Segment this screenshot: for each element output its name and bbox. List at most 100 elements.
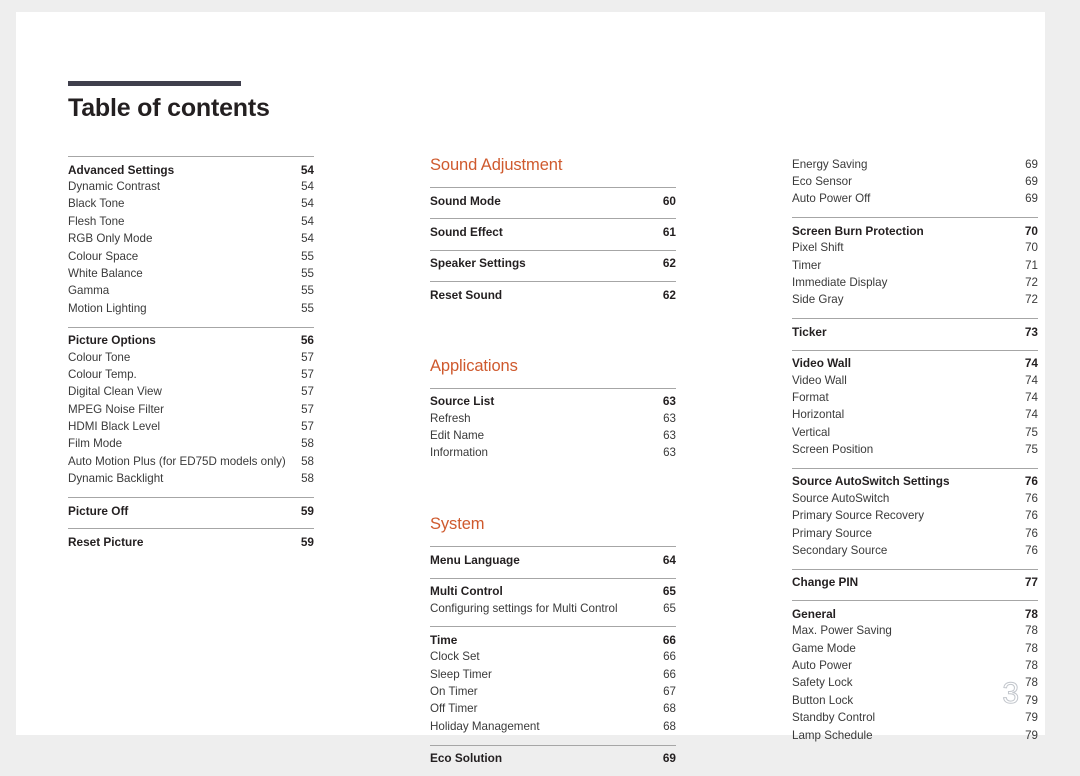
toc-entry-row[interactable]: Lamp Schedule 79 <box>792 727 1038 744</box>
toc-entry-row[interactable]: Pixel Shift 70 <box>792 240 1038 257</box>
toc-entry-row[interactable]: Flesh Tone 54 <box>68 213 314 230</box>
toc-entry-row[interactable]: Dynamic Contrast 54 <box>68 178 314 195</box>
toc-entry-page-number: 61 <box>662 224 676 239</box>
toc-entry-label: Menu Language <box>430 552 520 567</box>
toc-entry-row[interactable]: Auto Power Off 69 <box>792 191 1038 208</box>
toc-entry-row[interactable]: Primary Source Recovery 76 <box>792 508 1038 525</box>
toc-entry-row[interactable]: Off Timer 68 <box>430 701 676 718</box>
toc-entry-row[interactable]: Vertical 75 <box>792 424 1038 441</box>
toc-section-row[interactable]: Multi Control 65 <box>430 583 676 600</box>
toc-entry-row[interactable]: Configuring settings for Multi Control 65 <box>430 600 676 617</box>
toc-group: Sound Effect 61 <box>430 218 676 240</box>
toc-section-row[interactable]: Sound Effect 61 <box>430 223 676 240</box>
toc-entry-label: Primary Source Recovery <box>792 509 925 523</box>
toc-group: Energy Saving 69 Eco Sensor 69 Auto Power Of… <box>792 156 1038 208</box>
toc-entry-row[interactable]: Safety Lock 78 <box>792 675 1038 692</box>
toc-entry-page-number: 70 <box>1025 241 1038 255</box>
toc-entry-row[interactable]: Secondary Source 76 <box>792 542 1038 559</box>
toc-section-row[interactable]: Speaker Settings 62 <box>430 255 676 272</box>
toc-entry-page-number: 54 <box>301 232 314 246</box>
toc-entry-row[interactable]: Edit Name 63 <box>430 427 676 444</box>
toc-entry-page-number: 58 <box>301 454 314 468</box>
toc-entry-label: Picture Options <box>68 333 156 348</box>
toc-entry-row[interactable]: Auto Motion Plus (for ED75D models only)… <box>68 453 314 470</box>
toc-entry-row[interactable]: Information 63 <box>430 445 676 462</box>
toc-entry-page-number: 58 <box>301 472 314 486</box>
toc-section-row[interactable]: Sound Mode 60 <box>430 192 676 209</box>
toc-entry-page-number: 54 <box>301 214 314 228</box>
toc-entry-row[interactable]: White Balance 55 <box>68 265 314 282</box>
toc-section-row[interactable]: Change PIN 77 <box>792 574 1038 591</box>
toc-group: Reset Picture 59 <box>68 528 314 550</box>
toc-column-2: Sound Adjustment Sound Mode 60 Sound Effect… <box>430 156 676 776</box>
toc-entry-row[interactable]: Auto Power 78 <box>792 657 1038 674</box>
toc-entry-label: Screen Position <box>792 443 874 457</box>
toc-entry-page-number: 62 <box>662 256 676 271</box>
toc-entry-label: Refresh <box>430 411 471 425</box>
toc-entry-row[interactable]: Screen Position 75 <box>792 441 1038 458</box>
toc-entry-label: Change PIN <box>792 575 859 590</box>
toc-entry-row[interactable]: Digital Clean View 57 <box>68 384 314 401</box>
toc-entry-row[interactable]: Button Lock 79 <box>792 692 1038 709</box>
toc-section-row[interactable]: Time 66 <box>430 631 676 648</box>
toc-section-row[interactable]: Source List 63 <box>430 393 676 410</box>
toc-entry-page-number: 73 <box>1024 324 1038 339</box>
toc-entry-label: Multi Control <box>430 584 503 599</box>
toc-entry-row[interactable]: Format 74 <box>792 389 1038 406</box>
toc-entry-row[interactable]: RGB Only Mode 54 <box>68 231 314 248</box>
toc-entry-page-number: 79 <box>1025 711 1038 725</box>
toc-entry-page-number: 68 <box>663 719 676 733</box>
folio-page-number: 3 <box>1002 677 1020 710</box>
toc-section-row[interactable]: Picture Off 59 <box>68 502 314 519</box>
toc-section-row[interactable]: Eco Solution 69 <box>430 750 676 767</box>
toc-entry-row[interactable]: Video Wall 74 <box>792 372 1038 389</box>
toc-entry-row[interactable]: Timer 71 <box>792 257 1038 274</box>
toc-entry-row[interactable]: On Timer 67 <box>430 683 676 700</box>
toc-entry-row[interactable]: Sleep Timer 66 <box>430 666 676 683</box>
toc-entry-row[interactable]: Source AutoSwitch 76 <box>792 490 1038 507</box>
toc-entry-row[interactable]: Side Gray 72 <box>792 292 1038 309</box>
toc-entry-row[interactable]: MPEG Noise Filter 57 <box>68 401 314 418</box>
toc-entry-row[interactable]: Black Tone 54 <box>68 196 314 213</box>
toc-section-row[interactable]: Screen Burn Protection 70 <box>792 222 1038 239</box>
toc-entry-row[interactable]: Refresh 63 <box>430 410 676 427</box>
toc-section-row[interactable]: Menu Language 64 <box>430 551 676 568</box>
toc-group: Source List 63 Refresh 63 Edit Name 63 Informa… <box>430 387 676 463</box>
toc-section-row[interactable]: General 78 <box>792 605 1038 622</box>
toc-section-row[interactable]: Reset Sound 62 <box>430 286 676 303</box>
toc-entry-label: Immediate Display <box>792 275 888 289</box>
toc-entry-page-number: 69 <box>662 751 676 766</box>
toc-section-row[interactable]: Advanced Settings 54 <box>68 161 314 178</box>
toc-entry-row[interactable]: Colour Space 55 <box>68 248 314 265</box>
toc-entry-page-number: 63 <box>663 411 676 425</box>
toc-entry-page-number: 57 <box>301 367 314 381</box>
toc-entry-row[interactable]: Dynamic Backlight 58 <box>68 471 314 488</box>
toc-entry-row[interactable]: Game Mode 78 <box>792 640 1038 657</box>
toc-entry-row[interactable]: Film Mode 58 <box>68 436 314 453</box>
toc-entry-row[interactable]: Standby Control 79 <box>792 710 1038 727</box>
toc-entry-row[interactable]: Clock Set 66 <box>430 649 676 666</box>
toc-entry-row[interactable]: Immediate Display 72 <box>792 274 1038 291</box>
toc-entry-row[interactable]: Colour Temp. 57 <box>68 366 314 383</box>
toc-section-row[interactable]: Picture Options 56 <box>68 332 314 349</box>
toc-section-row[interactable]: Reset Picture 59 <box>68 533 314 550</box>
toc-entry-row[interactable]: Energy Saving 69 <box>792 156 1038 173</box>
toc-entry-row[interactable]: Horizontal 74 <box>792 407 1038 424</box>
toc-entry-row[interactable]: Holiday Management 68 <box>430 718 676 735</box>
toc-entry-row[interactable]: Max. Power Saving 78 <box>792 623 1038 640</box>
toc-entry-row[interactable]: Motion Lighting 55 <box>68 300 314 317</box>
document-page: Table of contents Advanced Settings 54 Dyn… <box>16 12 1045 765</box>
toc-entry-page-number: 57 <box>301 402 314 416</box>
toc-entry-row[interactable]: Eco Sensor 69 <box>792 173 1038 190</box>
toc-entry-row[interactable]: HDMI Black Level 57 <box>68 418 314 435</box>
toc-group: General 78 Max. Power Saving 78 Game Mode 78 A… <box>792 600 1038 744</box>
toc-entry-page-number: 69 <box>1025 174 1038 188</box>
toc-section-row[interactable]: Source AutoSwitch Settings 76 <box>792 473 1038 490</box>
toc-entry-row[interactable]: Colour Tone 57 <box>68 349 314 366</box>
toc-section-row[interactable]: Ticker 73 <box>792 323 1038 340</box>
toc-entry-row[interactable]: Primary Source 76 <box>792 525 1038 542</box>
toc-section-row[interactable]: Video Wall 74 <box>792 355 1038 372</box>
toc-entry-label: Sound Mode <box>430 193 501 208</box>
toc-entry-row[interactable]: Gamma 55 <box>68 283 314 300</box>
